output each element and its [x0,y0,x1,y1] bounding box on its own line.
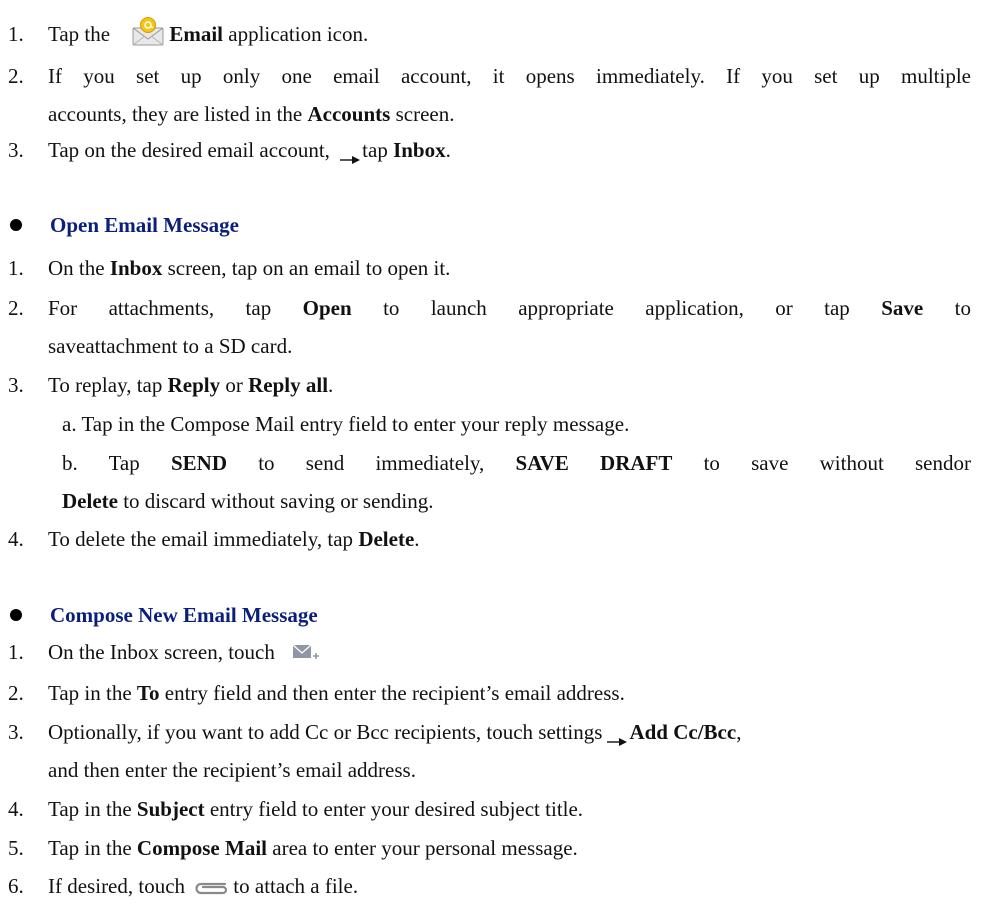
document-page: 1. Tap the Email application icon. 2. If… [0,0,984,907]
open-item-2-line-2: saveattachment to a SD card. [48,334,293,358]
list-number: 2. [8,681,24,705]
intro-item-1-pre: Tap the [48,22,111,46]
open-item-3b-line-2-post: to discard without saving or sending. [117,489,434,513]
open-item-3a-text: a. Tap in the Compose Mail entry field t… [62,412,630,436]
intro-item-3-bold: Inbox [393,138,446,162]
compose-mail-icon [292,641,320,661]
compose-item-4-post: entry field to enter your desired subjec… [204,797,584,821]
compose-item-2-pre: Tap in the [48,681,137,705]
open-item-3b-mid-2: to save without sendor [672,451,971,475]
intro-item-1-post: application icon. [223,22,369,46]
paperclip-icon [192,875,232,895]
open-item-3-bold-1: Reply [167,373,221,397]
list-number: 1. [8,256,24,280]
list-number: 2. [8,64,24,88]
open-item-4-pre: To delete the email immediately, tap [48,527,359,551]
intro-item-2-line-2-post: screen. [390,102,455,126]
compose-item-6-pre: If desired, touch [48,874,191,898]
section-heading: Open Email Message [50,213,239,237]
open-item-4-post: . [414,527,420,551]
compose-item-2-post: entry field and then enter the recipient… [159,681,625,705]
open-item-1-bold: Inbox [109,256,163,280]
open-item-2-post: to [923,296,971,320]
compose-item-5-bold: Compose Mail [136,836,267,860]
list-number: 4. [8,797,24,821]
open-item-2-bold-1: Open [302,296,352,320]
list-number: 1. [8,22,24,46]
open-item-1-post: screen, tap on an email to open it. [162,256,451,280]
compose-item-5-post: area to enter your personal message. [267,836,578,860]
open-item-3-bold-2: Reply all [248,373,329,397]
intro-item-3-pre: Tap on the desired email account, [48,138,336,162]
right-arrow-icon [339,144,361,165]
intro-item-2-line-2-pre: accounts, they are listed in the [48,102,308,126]
section-heading: Compose New Email Message [50,603,318,627]
compose-item-4-bold: Subject [136,797,205,821]
list-number: 6. [8,874,24,898]
compose-item-1-text: On the Inbox screen, touch [48,640,275,664]
list-number: 3. [8,720,24,744]
compose-item-3-post: , [736,720,742,744]
list-number: 1. [8,640,24,664]
compose-item-2-bold: To [136,681,160,705]
email-app-icon [127,17,167,47]
open-item-3-post: . [328,373,334,397]
open-item-3-pre: To replay, tap [48,373,168,397]
intro-item-2-line-1: If you set up only one email account, it… [48,64,971,88]
list-number: 3. [8,138,24,162]
intro-item-2-bold: Accounts [307,102,391,126]
open-item-4-bold: Delete [358,527,415,551]
open-item-3b-bold-2: SAVE DRAFT [515,451,673,475]
open-item-3b-mid-1: to send immediately, [227,451,516,475]
list-number: 5. [8,836,24,860]
bullet-icon [10,609,22,621]
open-item-2-pre: For attachments, tap [48,296,303,320]
open-item-2-mid: to launch appropriate application, or ta… [351,296,882,320]
list-number: 3. [8,373,24,397]
open-item-3b-line-2-bold: Delete [62,489,118,513]
open-item-3b-bold-1: SEND [170,451,227,475]
intro-item-3-post: . [445,138,451,162]
intro-item-1-bold: Email [169,22,224,46]
compose-item-5-pre: Tap in the [48,836,137,860]
right-arrow-icon [606,726,628,747]
compose-item-3-bold: Add Cc/Bcc [629,720,737,744]
open-item-3-mid: or [220,373,249,397]
intro-item-3-mid: tap [362,138,394,162]
open-item-2-bold-2: Save [881,296,924,320]
open-item-3b-pre: b. Tap [62,451,171,475]
list-number: 4. [8,527,24,551]
list-number: 2. [8,296,24,320]
open-item-1-pre: On the [48,256,110,280]
compose-item-4-pre: Tap in the [48,797,137,821]
compose-item-3-pre: Optionally, if you want to add Cc or Bcc… [48,720,603,744]
compose-item-3-line-2: and then enter the recipient’s email add… [48,758,416,782]
compose-item-6-post: to attach a file. [233,874,359,898]
bullet-icon [10,219,22,231]
